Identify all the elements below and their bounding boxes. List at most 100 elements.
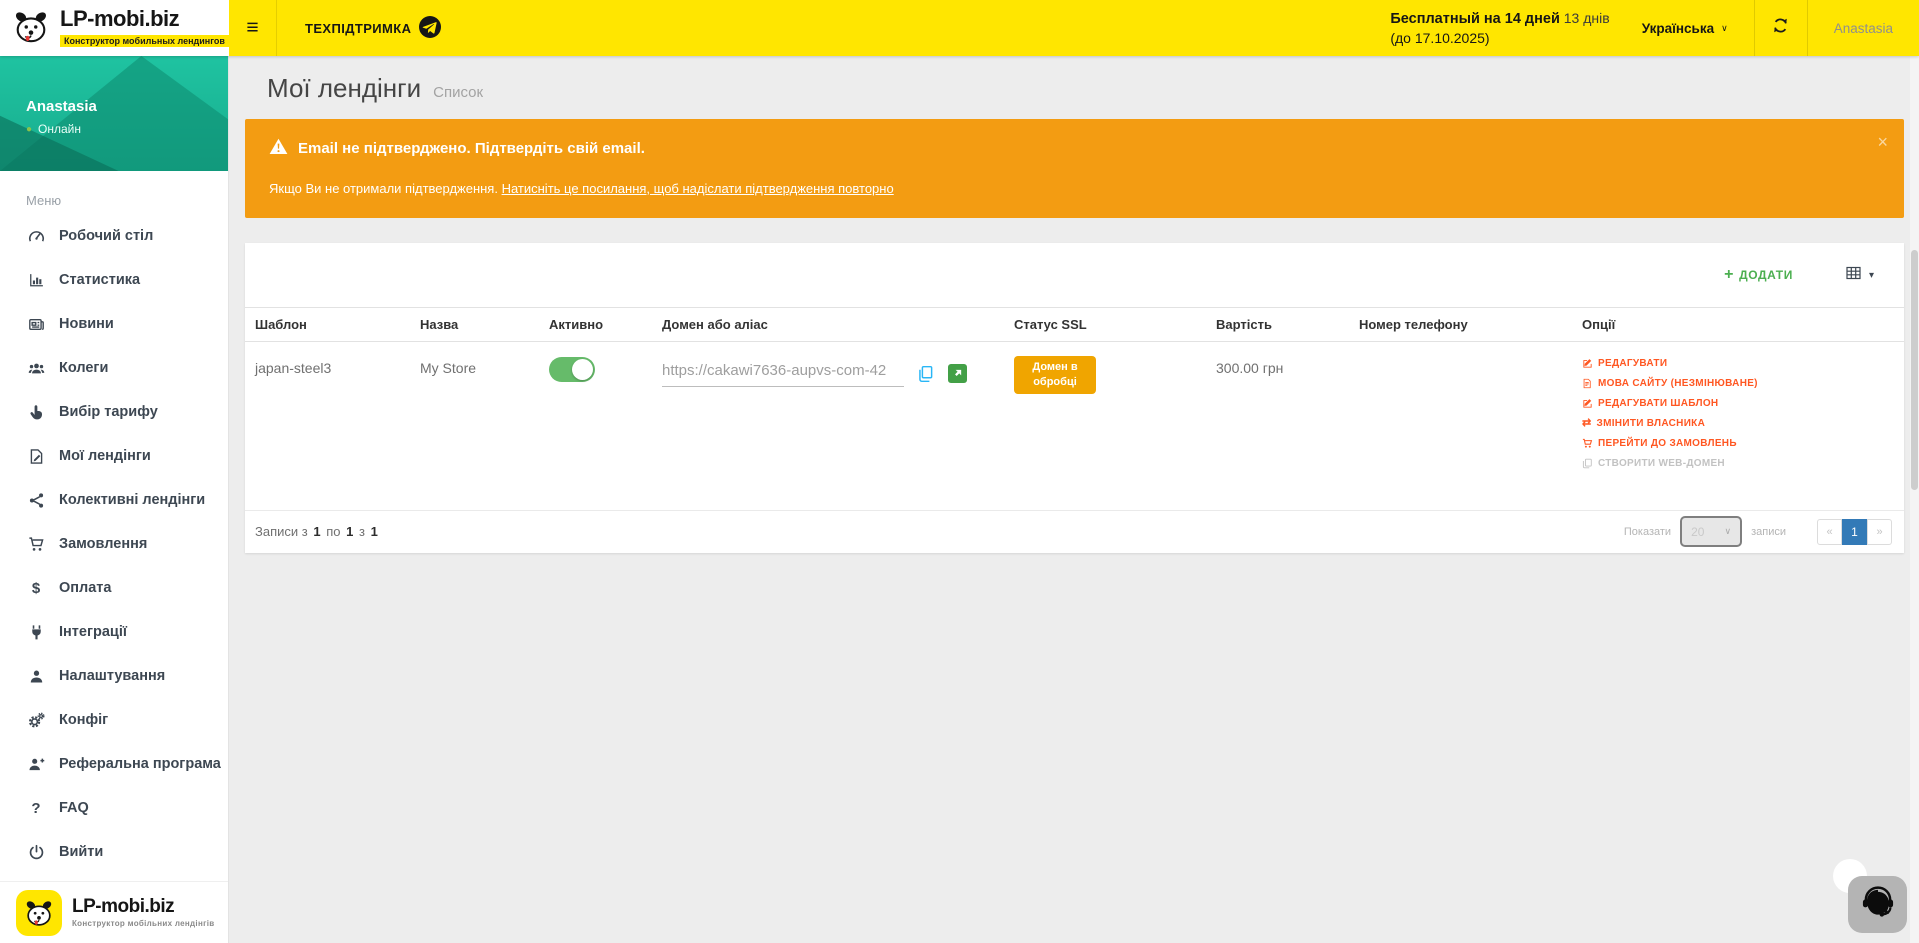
records-label: записи [1751,526,1786,538]
column-visibility-button[interactable]: ▾ [1845,265,1874,286]
sidebar-item-label: Статистика [59,272,140,288]
sidebar-item-colleagues[interactable]: Колеги [0,346,228,390]
cell-name: My Store [410,342,539,510]
refresh-button[interactable] [1755,0,1807,56]
trial-plan: Бесплатный на 14 дней [1390,11,1560,27]
change-owner-option[interactable]: ⇄ ЗМІНИТИ ВЛАСНИКА [1582,418,1896,429]
user-plus-icon [26,755,46,773]
headset-icon [1860,884,1896,925]
telegram-icon [419,16,441,41]
active-toggle[interactable] [549,357,595,382]
sidebar-item-statistics[interactable]: Статистика [0,258,228,302]
sidebar-item-label: Конфіг [59,712,108,728]
edit-option[interactable]: РЕДАГУВАТИ [1582,358,1896,369]
support-link[interactable]: ТЕХПІДТРИМКА [277,0,461,56]
add-button-label: ДОДАТИ [1739,268,1793,282]
sidebar-item-label: Замовлення [59,536,147,552]
domain-input[interactable] [662,360,904,387]
alert-title-text: Email не підтверджено. Підтвердіть свій … [298,140,645,157]
warning-triangle-icon [269,138,288,159]
chevron-down-icon: ∨ [1721,23,1728,34]
col-phone[interactable]: Номер телефону [1349,308,1572,342]
sidebar-item-settings[interactable]: Налаштування [0,654,228,698]
create-web-domain-option: СТВОРИТИ WEB-ДОМЕН [1582,458,1896,469]
sidebar-item-label: Інтеграції [59,624,127,640]
plug-icon [26,623,46,641]
edit-template-option[interactable]: РЕДАГУВАТИ ШАБЛОН [1582,398,1896,409]
prev-page-button[interactable]: « [1817,519,1842,545]
sidebar-item-news[interactable]: Новини [0,302,228,346]
online-status-dot: ● [26,124,32,135]
sidebar-item-faq[interactable]: ? FAQ [0,786,228,830]
trial-until: (до 17.10.2025) [1390,29,1609,48]
cell-template: japan-steel3 [245,342,410,510]
support-chat-button[interactable] [1848,876,1907,933]
language-label: Українська [1642,21,1714,36]
header-username[interactable]: Anastasia [1808,0,1919,56]
copy-icon[interactable] [917,365,935,383]
table-header-row: Шаблон Назва Активно Домен або аліас Ста… [245,308,1904,342]
chevron-down-icon: ∨ [1724,526,1731,537]
scrollbar-track[interactable] [1910,56,1919,943]
add-landing-button[interactable]: + ДОДАТИ [1724,266,1793,284]
sidebar-toggle-button[interactable]: ≡ [229,0,277,56]
sidebar-item-label: Вибір тарифу [59,404,158,420]
sidebar-item-shared-landings[interactable]: Колективні лендінги [0,478,228,522]
sidebar-item-logout[interactable]: Вийти [0,830,228,874]
dog-mascot-icon [10,7,52,50]
menu-section-label: Меню [0,171,228,214]
colleagues-icon [26,359,46,377]
site-language-option[interactable]: МОВА САЙТУ (НЕЗМІНЮВАНЕ) [1582,378,1896,389]
col-template[interactable]: Шаблон [245,308,410,342]
cell-phone [1349,342,1572,510]
sidebar-item-my-landings[interactable]: Мої лендінги [0,434,228,478]
col-active[interactable]: Активно [539,308,652,342]
sidebar-item-orders[interactable]: Замовлення [0,522,228,566]
sidebar-item-tariff[interactable]: Вибір тарифу [0,390,228,434]
sidebar-item-label: FAQ [59,800,89,816]
sidebar-footer-logo[interactable]: LP-mobi.biz Конструктор мобільних лендін… [0,881,228,943]
email-warning-banner: Email не підтверджено. Підтвердіть свій … [245,119,1904,218]
go-to-orders-option[interactable]: ПЕРЕЙТИ ДО ЗАМОВЛЕНЬ [1582,438,1896,449]
language-selector[interactable]: Українська ∨ [1636,0,1754,56]
alert-message-text: Якщо Ви не отримали підтвердження. [269,181,502,196]
open-site-icon[interactable] [948,364,967,383]
col-price[interactable]: Вартість [1206,308,1349,342]
dollar-icon: $ [26,579,46,597]
sidebar-item-label: Колективні лендінги [59,492,205,508]
sidebar-item-label: Мої лендінги [59,448,151,464]
pagination: « 1 » [1817,519,1892,545]
col-name[interactable]: Назва [410,308,539,342]
close-icon[interactable]: × [1877,133,1888,151]
resend-confirmation-link[interactable]: Натисніть це посилання, щоб надіслати пі… [502,181,894,196]
col-ssl-status[interactable]: Статус SSL [1004,308,1206,342]
exchange-icon: ⇄ [1582,418,1592,429]
sidebar-item-integrations[interactable]: Інтеграції [0,610,228,654]
logo-title: LP-mobi.biz [60,7,229,30]
scrollbar-thumb[interactable] [1911,250,1918,490]
col-options[interactable]: Опції [1572,308,1904,342]
footer-logo-title: LP-mobi.biz [72,897,214,918]
page-subtitle: Список [433,84,483,101]
sidebar-item-dashboard[interactable]: Робочий стіл [0,214,228,258]
next-page-button[interactable]: » [1867,519,1892,545]
top-header: LP-mobi.biz Конструктор мобильных лендин… [0,0,1919,56]
profile-status-label: Онлайн [38,122,81,136]
header-logo[interactable]: LP-mobi.biz Конструктор мобильных лендин… [0,0,229,56]
sidebar-item-payment[interactable]: $ Оплата [0,566,228,610]
sidebar-item-referral[interactable]: Реферальна програма [0,742,228,786]
dashboard-icon [26,227,46,245]
page-1-button[interactable]: 1 [1842,519,1867,545]
sidebar: Anastasia ● Онлайн Меню Робочий стіл Ста… [0,56,229,943]
logo-subtitle: Конструктор мобильных лендингов [60,35,229,47]
profile-name: Anastasia [26,98,228,115]
trial-info: Бесплатный на 14 дней 13 днів (до 17.10.… [1390,0,1609,56]
col-domain[interactable]: Домен або аліас [652,308,1004,342]
stats-icon [26,271,46,289]
share-icon [26,491,46,509]
main-content: Мої лендінги Список Email не підтверджен… [229,56,1919,943]
sidebar-item-config[interactable]: Конфіг [0,698,228,742]
page-size-select[interactable]: 20 ∨ [1680,516,1742,547]
landings-icon [26,447,46,465]
cart-icon [26,535,46,553]
